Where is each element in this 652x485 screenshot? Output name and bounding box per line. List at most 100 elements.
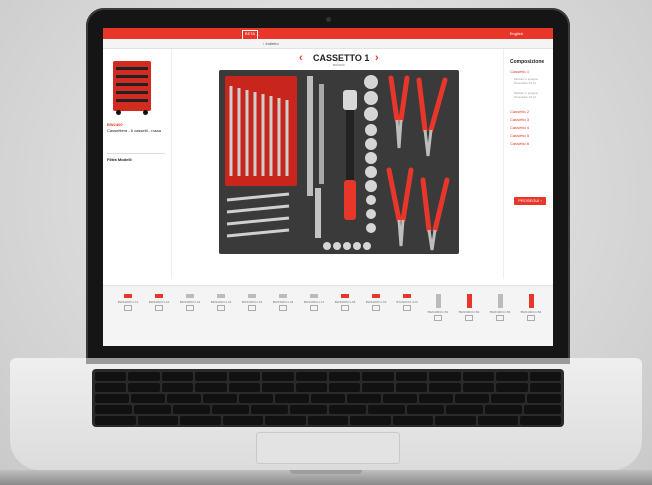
keyboard-key[interactable]: [429, 383, 461, 392]
keyboard-key[interactable]: [395, 372, 428, 381]
quantity-box[interactable]: [310, 305, 318, 311]
keyboard-key[interactable]: [95, 416, 136, 425]
keyboard-key[interactable]: [368, 405, 405, 414]
keyboard-key[interactable]: [383, 394, 417, 403]
keyboard-key[interactable]: [222, 416, 264, 425]
quantity-box[interactable]: [434, 315, 442, 321]
quantity-box[interactable]: [186, 305, 194, 311]
keyboard-key[interactable]: [161, 383, 194, 392]
keyboard-key[interactable]: [262, 383, 294, 392]
keyboard-key[interactable]: [529, 372, 561, 381]
filter-models-link[interactable]: Filtra Modelli: [107, 153, 165, 162]
keyboard-key[interactable]: [524, 405, 561, 414]
quantity-box[interactable]: [403, 305, 411, 311]
tool-thumbnail[interactable]: BW2400/C1 B2: [458, 294, 480, 321]
keyboard-key[interactable]: [520, 416, 561, 425]
keyboard-key[interactable]: [455, 394, 489, 403]
keyboard-key[interactable]: [95, 383, 127, 392]
tool-thumbnail[interactable]: BW2400/C1 A5: [241, 294, 263, 311]
quantity-box[interactable]: [496, 315, 504, 321]
keyboard-key[interactable]: [496, 383, 528, 392]
keyboard-key[interactable]: [228, 383, 261, 392]
keyboard-key[interactable]: [429, 372, 461, 381]
quantity-box[interactable]: [124, 305, 132, 311]
keyboard-key[interactable]: [203, 394, 237, 403]
keyboard-key[interactable]: [392, 416, 434, 425]
drawer-link[interactable]: Cassetto 6: [510, 141, 529, 146]
back-link[interactable]: ‹ Indietro: [263, 41, 279, 46]
keyboard-key[interactable]: [239, 394, 273, 403]
keyboard-key[interactable]: [311, 394, 345, 403]
keyboard-key[interactable]: [290, 405, 327, 414]
keyboard-key[interactable]: [395, 383, 428, 392]
quantity-box[interactable]: [217, 305, 225, 311]
keyboard-key[interactable]: [195, 372, 227, 381]
keyboard-key[interactable]: [529, 383, 561, 392]
drawer-link[interactable]: Cassetto 3: [510, 117, 529, 122]
product-image[interactable]: [113, 61, 151, 115]
tool-thumbnail[interactable]: BW2400/C1 A6: [272, 294, 294, 311]
keyboard-key[interactable]: [435, 416, 476, 425]
keyboard-key[interactable]: [496, 372, 528, 381]
tool-thumbnail[interactable]: BW2400/C1 B1: [427, 294, 449, 321]
chevron-left-icon[interactable]: ‹: [299, 52, 303, 64]
keyboard-key[interactable]: [329, 383, 361, 392]
tool-thumbnail[interactable]: BW2400/C1 A9: [365, 294, 387, 311]
tool-thumbnail[interactable]: BW2400/C1 A1: [117, 294, 139, 311]
keyboard-key[interactable]: [350, 416, 391, 425]
quantity-box[interactable]: [372, 305, 380, 311]
keyboard-key[interactable]: [128, 383, 160, 392]
continue-button[interactable]: PROSEGUI ›: [514, 197, 546, 205]
keyboard-key[interactable]: [462, 383, 495, 392]
keyboard-key[interactable]: [131, 394, 165, 403]
keyboard-key[interactable]: [173, 405, 210, 414]
drawer-link[interactable]: Cassetto 4: [510, 125, 529, 130]
tool-thumbnail[interactable]: BW2400/C1 B4: [520, 294, 542, 321]
keyboard-key[interactable]: [362, 383, 394, 392]
keyboard-key[interactable]: [212, 405, 249, 414]
quantity-box[interactable]: [341, 305, 349, 311]
keyboard-key[interactable]: [446, 405, 483, 414]
trackpad[interactable]: [256, 432, 400, 464]
keyboard-key[interactable]: [275, 394, 309, 403]
drawer-link[interactable]: Cassetto 1: [510, 69, 529, 74]
keyboard-key[interactable]: [307, 416, 349, 425]
drawer-link[interactable]: Cassetto 2: [510, 109, 529, 114]
keyboard-key[interactable]: [329, 372, 361, 381]
keyboard-key[interactable]: [527, 394, 561, 403]
keyboard-key[interactable]: [347, 394, 381, 403]
keyboard-key[interactable]: [462, 372, 495, 381]
quantity-box[interactable]: [155, 305, 163, 311]
keyboard-key[interactable]: [180, 416, 221, 425]
keyboard-key[interactable]: [265, 416, 306, 425]
tool-thumbnail[interactable]: BT2400/C1 A10: [396, 294, 418, 311]
quantity-box[interactable]: [248, 305, 256, 311]
tool-thumbnail[interactable]: BW2400/C1 A2: [148, 294, 170, 311]
keyboard-key[interactable]: [95, 394, 129, 403]
tool-thumbnail[interactable]: BW2400/C1 B3: [489, 294, 511, 321]
keyboard-key[interactable]: [295, 383, 327, 392]
keyboard-key[interactable]: [161, 372, 194, 381]
tool-thumbnail[interactable]: BW2400/C1 A7: [303, 294, 325, 311]
quantity-box[interactable]: [527, 315, 535, 321]
keyboard-key[interactable]: [262, 372, 294, 381]
keyboard-key[interactable]: [491, 394, 525, 403]
keyboard-key[interactable]: [195, 383, 227, 392]
keyboard-key[interactable]: [329, 405, 366, 414]
quantity-box[interactable]: [279, 305, 287, 311]
keyboard-key[interactable]: [362, 372, 394, 381]
keyboard-key[interactable]: [137, 416, 179, 425]
quantity-box[interactable]: [465, 315, 473, 321]
drawer-link[interactable]: Cassetto 5: [510, 133, 529, 138]
keyboard-key[interactable]: [128, 372, 160, 381]
keyboard-key[interactable]: [167, 394, 201, 403]
keyboard-key[interactable]: [251, 405, 288, 414]
language-selector[interactable]: English: [510, 31, 523, 36]
keyboard-key[interactable]: [95, 405, 132, 414]
chevron-right-icon[interactable]: ›: [375, 52, 379, 64]
tool-thumbnail[interactable]: BW2400/C1 A3: [179, 294, 201, 311]
keyboard-key[interactable]: [407, 405, 444, 414]
keyboard-key[interactable]: [477, 416, 519, 425]
tool-thumbnail[interactable]: BW2400/C1 A8: [334, 294, 356, 311]
keyboard-key[interactable]: [134, 405, 171, 414]
